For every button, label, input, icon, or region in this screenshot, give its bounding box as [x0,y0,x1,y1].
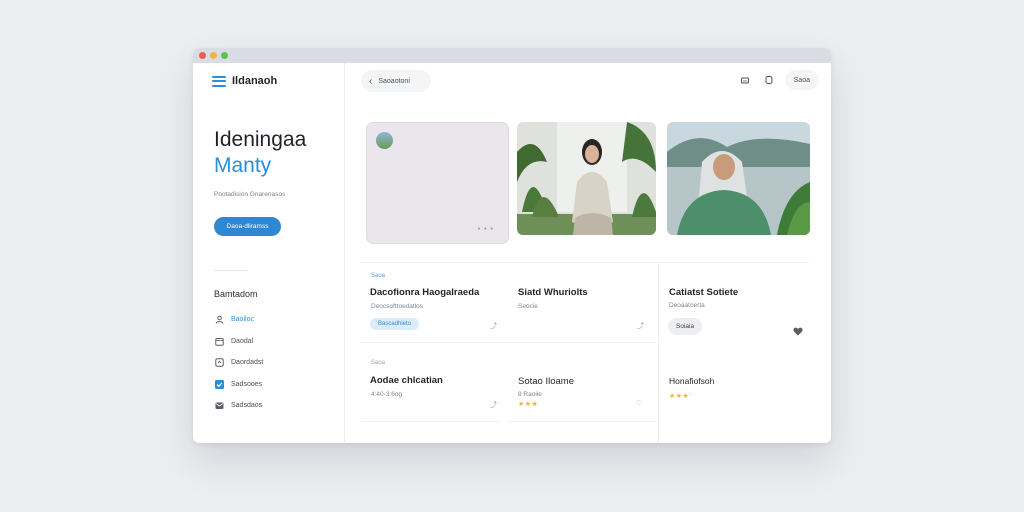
sidebar-item-4[interactable]: Sadsdaos [215,395,263,417]
sidebar-item-2[interactable]: Daordadst [215,352,263,374]
rating-stars: ★★★ [518,401,539,408]
checkbox-icon [215,379,224,389]
brand-name: Ildanaoh [232,75,278,87]
back-button-label: Saoaotoni [378,77,410,85]
heart-outline-icon[interactable]: ♡ [636,399,642,407]
photo-card-woman-garden[interactable] [517,122,656,235]
share-icon[interactable]: ⤴ [490,321,497,331]
row-divider [361,421,499,422]
sidebar: Ildanaoh Ideningaa Manty Pootadision Gna… [193,63,345,443]
sidebar-item-1[interactable]: Daodal [215,331,263,353]
back-button[interactable]: ‹ Saoaotoni [361,70,431,92]
cta-button[interactable]: Daoa-dliramss [214,217,281,236]
hero-title-line1: Ideningaa [214,128,307,151]
column-divider [658,262,659,443]
share-icon[interactable]: ⤴ [637,321,644,331]
item-subtitle: Seocie [518,303,538,310]
hero-title: Ideningaa Manty [214,127,306,179]
close-window-button[interactable] [199,52,206,59]
title-bar [193,48,831,63]
item-subtitle: Deoaatoerta [669,302,705,309]
sidebar-divider [214,270,248,271]
placeholder-card[interactable]: • • • [366,122,509,244]
hamburger-menu-icon[interactable] [212,75,226,87]
item-tag: Saoa [371,273,386,279]
maximize-window-button[interactable] [221,52,228,59]
sidebar-item-label: Sadsooes [231,380,263,388]
sidebar-item-label: Sadsdaos [231,402,263,410]
mail-icon [215,401,224,410]
item-subtitle: 4:40-3:6og [371,391,403,398]
bookmark-icon [215,358,224,367]
item-tag: Saoa [371,360,386,366]
top-actions: Saoa [737,70,819,90]
sidebar-item-0[interactable]: Baoiloc [215,309,263,331]
item-title[interactable]: Honafiofsoh [669,376,714,386]
item-title[interactable]: Catiatst Sotiete [669,287,738,298]
share-icon[interactable]: ⤴ [490,400,497,410]
hero-subtitle: Pootadision Gnarenasos [214,191,286,198]
app-window: Ildanaoh Ideningaa Manty Pootadision Gna… [193,48,831,443]
top-bar: ‹ Saoaotoni Saoa [361,70,819,92]
hero-title-line2: Manty [214,154,272,177]
photo-woman-lake [667,122,810,235]
row-divider [361,262,809,263]
photo-card-woman-lake[interactable] [667,122,810,235]
more-dots-icon[interactable]: • • • [478,226,494,233]
user-icon [215,315,224,324]
calendar-icon [215,337,224,346]
top-action-button[interactable]: Saoa [784,70,819,90]
sidebar-item-label: Daodal [231,337,254,345]
avatar [376,132,393,149]
sidebar-item-label: Daordadst [231,359,264,367]
row-divider [509,421,657,422]
sidebar-item-label: Baoiloc [231,316,254,324]
item-title[interactable]: Aodae chlcatian [370,375,443,386]
rating-stars: ★★★' [669,393,692,400]
printer-icon[interactable] [737,72,753,88]
minimize-window-button[interactable] [210,52,217,59]
sidebar-section-title: Bamtadom [214,289,258,299]
item-title[interactable]: Dacofionra Haogalraeda [370,287,479,298]
item-title[interactable]: Siatd Whuriolts [518,287,588,298]
chevron-left-icon: ‹ [369,75,373,87]
heart-icon[interactable] [793,323,803,341]
item-chip[interactable]: Soiaia [668,318,703,335]
brand[interactable]: Ildanaoh [212,75,277,87]
photo-woman-garden [517,122,656,235]
item-subtitle: 8 Raolie [518,391,542,398]
item-title[interactable]: Sotao Iloame [518,376,574,387]
sidebar-nav: Baoiloc Daodal Daordadst Sadsooes Sadsda… [215,309,263,417]
square-icon[interactable] [761,72,777,88]
sidebar-item-3[interactable]: Sadsooes [215,374,263,396]
item-chip[interactable]: Bascadhieto [370,318,420,330]
row-divider [361,342,657,343]
item-subtitle: Deocsofttoedatlos [371,303,424,310]
